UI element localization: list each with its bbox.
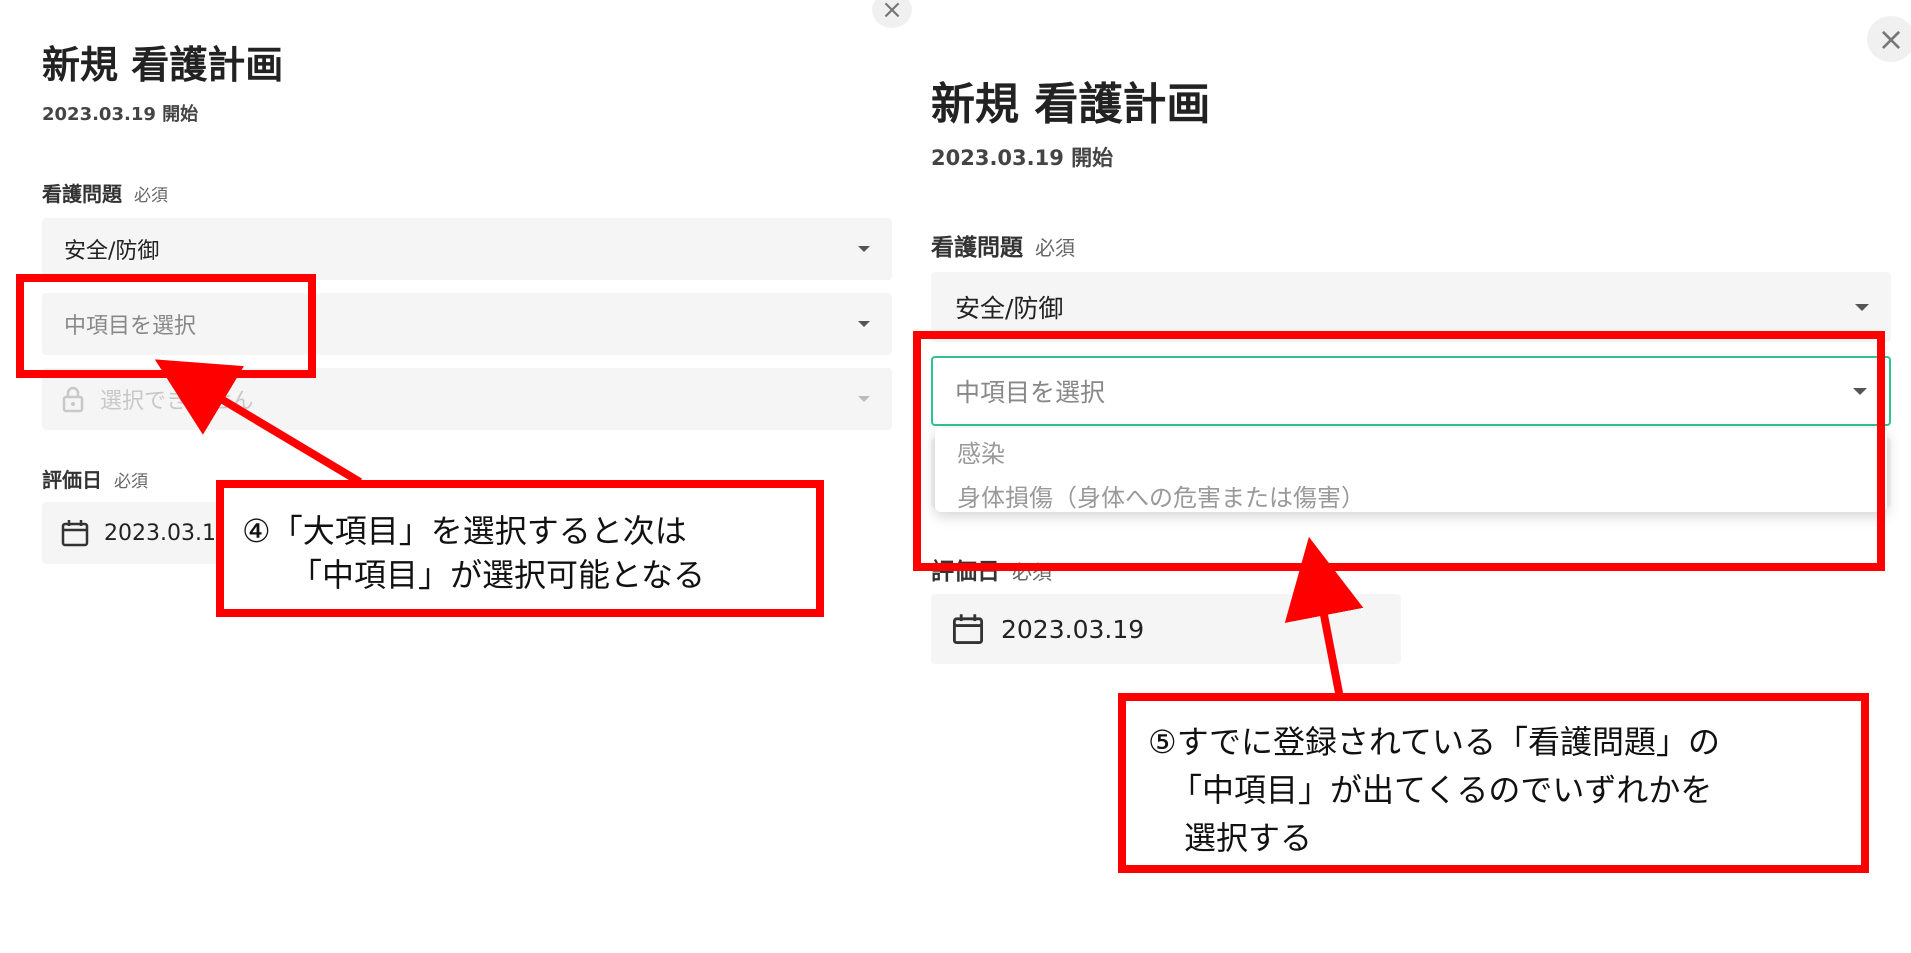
callout-line: 選択する	[1184, 819, 1313, 857]
callout-line: ⑤すでに登録されている「看護問題」の	[1148, 723, 1721, 761]
page-title: 新規 看護計画	[42, 43, 284, 87]
callout-line: 「中項目」が選択可能となる	[290, 556, 706, 594]
chevron-down-icon	[858, 246, 870, 252]
callout-line: ④「大項目」を選択すると次は	[242, 512, 687, 550]
start-date: 2023.03.19 開始	[931, 146, 1114, 170]
problem-label-text: 看護問題	[931, 235, 1023, 261]
major-item-select[interactable]: 安全/防御	[42, 218, 892, 280]
annotation-callout-4: ④「大項目」を選択すると次は 「中項目」が選択可能となる	[216, 480, 824, 617]
major-item-value: 安全/防御	[955, 294, 1064, 323]
highlight-box-dropdown-right	[913, 331, 1885, 571]
annotation-callout-5: ⑤すでに登録されている「看護問題」の 「中項目」が出てくるのでいずれかを 選択す…	[1118, 693, 1869, 873]
chevron-down-icon	[1855, 303, 1869, 311]
chevron-down-icon	[858, 396, 870, 402]
callout-line: 「中項目」が出てくるのでいずれかを	[1170, 771, 1713, 809]
eval-date-field[interactable]: 2023.03.19	[931, 594, 1401, 664]
required-badge: 必須	[134, 186, 168, 206]
eval-label: 評価日 必須	[42, 464, 148, 493]
page-title: 新規 看護計画	[931, 79, 1211, 130]
major-item-value: 安全/防御	[64, 239, 160, 264]
problem-label-text: 看護問題	[42, 182, 122, 206]
problem-label: 看護問題 必須	[931, 228, 1075, 262]
required-badge: 必須	[114, 472, 148, 492]
calendar-icon	[61, 520, 89, 547]
eval-label-text: 評価日	[42, 468, 102, 492]
highlight-box-middle-select-left	[16, 274, 316, 378]
minor-item-disabled-text: 選択できません	[100, 389, 254, 414]
chevron-down-icon	[858, 321, 870, 327]
required-badge: 必須	[1035, 236, 1075, 260]
start-date: 2023.03.19 開始	[42, 104, 199, 125]
eval-date-value: 2023.03.19	[1001, 614, 1145, 644]
lock-icon	[62, 386, 84, 413]
problem-label: 看護問題 必須	[42, 178, 168, 207]
left-panel: × 新規 看護計画 2023.03.19 開始 看護問題 必須 安全/防御 中項目…	[0, 0, 912, 953]
calendar-icon	[952, 614, 984, 645]
close-icon[interactable]: ×	[1867, 16, 1911, 62]
